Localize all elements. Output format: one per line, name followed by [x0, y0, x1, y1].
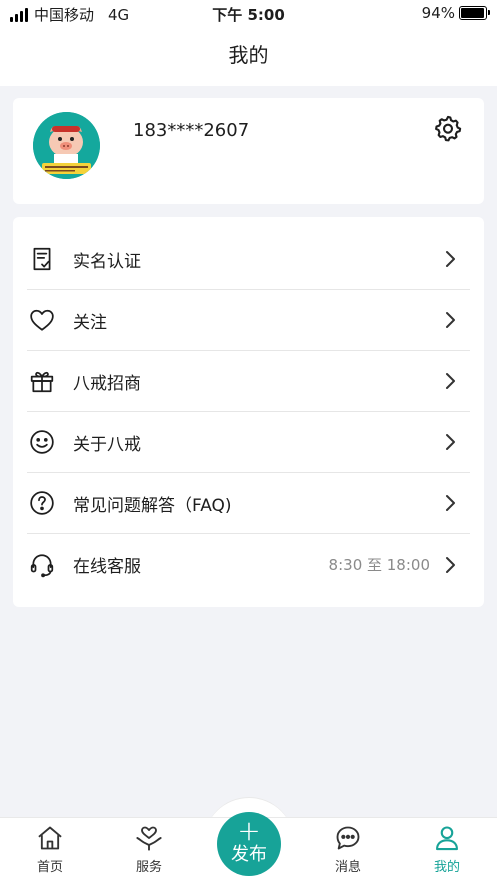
gear-icon	[435, 115, 462, 142]
chevron-right-icon	[446, 434, 455, 450]
publish-button[interactable]: + 发布	[217, 812, 281, 876]
question-icon	[27, 488, 57, 518]
phone-number: 183****2607	[133, 120, 250, 141]
tab-mine-label: 我的	[433, 860, 460, 875]
chevron-right-icon	[446, 495, 455, 511]
chevron-right-icon	[446, 556, 455, 573]
menu-card: 实名认证 关注 八戒招商 关于八戒 常见问题解答（FAQ) 在线客服 8:30 …	[13, 217, 484, 607]
settings-button[interactable]	[434, 114, 462, 142]
id-document-icon	[27, 244, 57, 274]
tab-service-label: 服务	[135, 860, 162, 875]
plus-icon: +	[237, 814, 261, 847]
chevron-right-icon	[446, 312, 455, 328]
menu-item-investment[interactable]: 八戒招商	[27, 351, 470, 412]
tab-home-label: 首页	[36, 860, 63, 875]
avatar[interactable]	[33, 112, 100, 179]
tab-mine[interactable]: 我的	[407, 824, 487, 875]
menu-item-label: 实名认证	[73, 251, 141, 272]
tab-messages-label: 消息	[334, 860, 361, 875]
service-hours: 8:30 至 18:00	[328, 556, 430, 574]
chevron-right-icon	[446, 251, 455, 267]
user-icon	[436, 826, 458, 851]
menu-item-label: 在线客服	[73, 557, 141, 577]
heart-icon	[27, 305, 57, 335]
gift-icon	[27, 366, 57, 396]
menu-item-label: 关注	[73, 312, 107, 333]
page-title: 我的	[0, 28, 497, 86]
menu-item-verification[interactable]: 实名认证	[27, 229, 470, 290]
menu-item-label: 关于八戒	[73, 434, 141, 455]
chevron-right-icon	[446, 373, 455, 389]
smiley-icon	[27, 427, 57, 457]
tab-home[interactable]: 首页	[10, 824, 90, 875]
pig-mascot-avatar-icon	[33, 112, 100, 179]
battery-percent: 94%	[421, 4, 455, 22]
menu-item-label: 常见问题解答（FAQ)	[73, 495, 232, 516]
battery-icon	[459, 6, 490, 20]
status-bar: 中国移动 4G 下午 5:00 94%	[0, 0, 497, 28]
menu-item-customer-service[interactable]: 在线客服 8:30 至 18:00	[27, 534, 470, 595]
menu-item-label: 八戒招商	[73, 373, 141, 394]
menu-item-faq[interactable]: 常见问题解答（FAQ)	[27, 473, 470, 534]
profile-card[interactable]: 183****2607	[13, 98, 484, 204]
tab-service[interactable]: 服务	[109, 824, 189, 875]
publish-label: 发布	[231, 844, 267, 865]
menu-item-follow[interactable]: 关注	[27, 290, 470, 351]
tab-messages[interactable]: 消息	[308, 824, 388, 875]
headset-icon	[27, 550, 57, 580]
status-right: 94%	[421, 4, 490, 22]
hand-heart-icon	[136, 826, 162, 851]
home-icon	[38, 826, 62, 850]
menu-item-about[interactable]: 关于八戒	[27, 412, 470, 473]
chat-bubble-icon	[336, 826, 360, 850]
